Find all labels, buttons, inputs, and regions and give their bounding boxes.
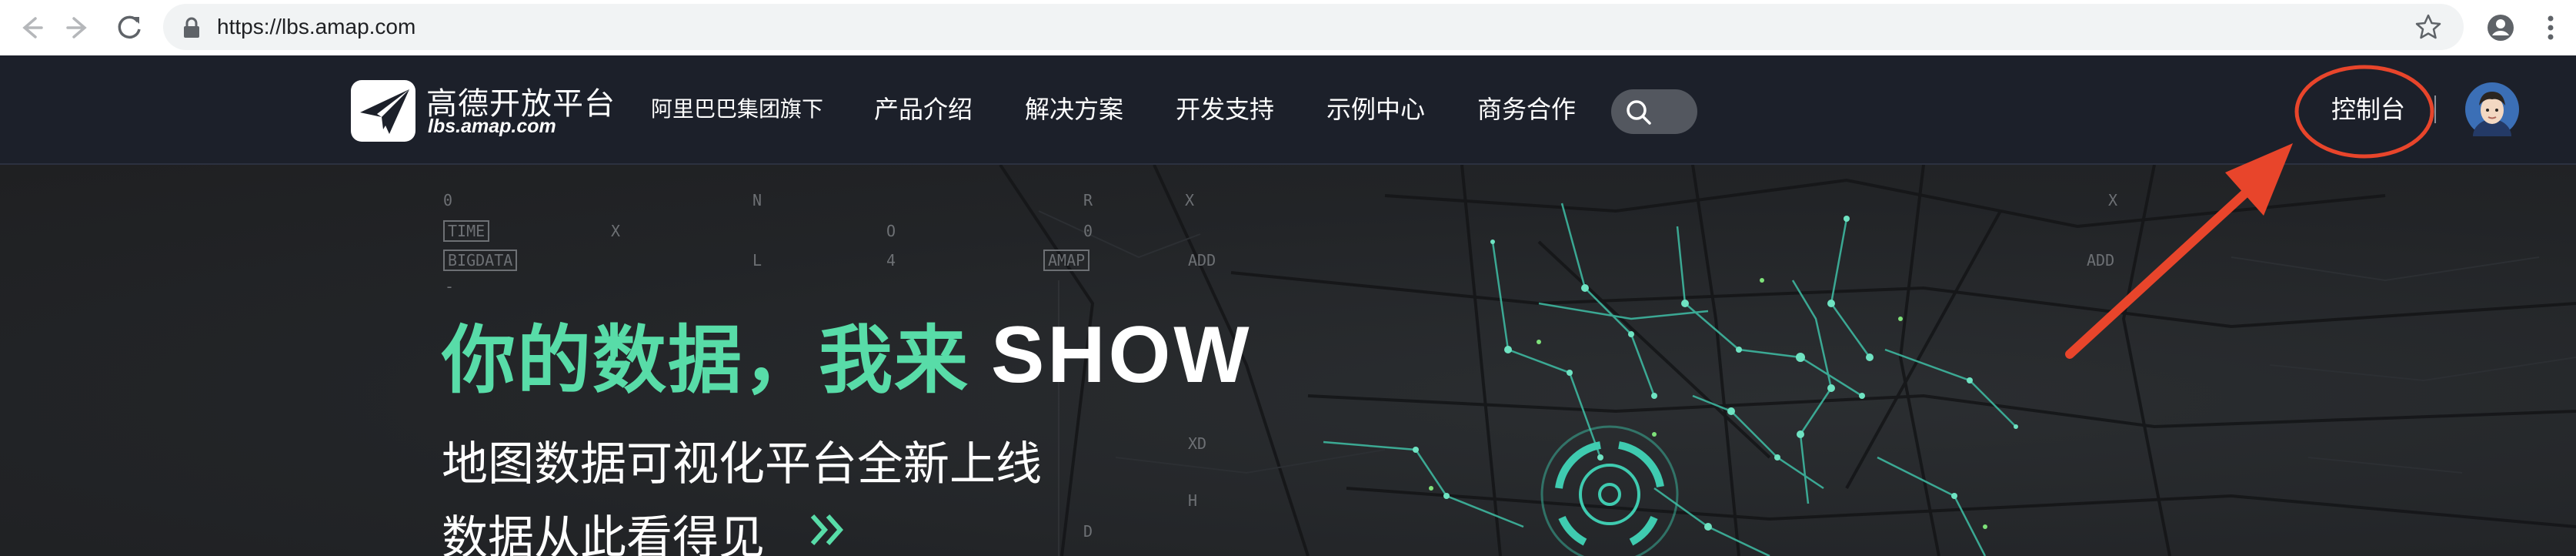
hud-label-amap: AMAP bbox=[1043, 250, 1090, 271]
back-icon[interactable] bbox=[12, 9, 49, 46]
lock-icon bbox=[184, 17, 199, 38]
profile-icon[interactable] bbox=[2482, 9, 2519, 46]
browser-toolbar: https://lbs.amap.com bbox=[0, 0, 2576, 56]
hud-label: R bbox=[1083, 191, 1093, 209]
nav-item-business[interactable]: 商务合作 bbox=[1477, 55, 1576, 163]
address-bar[interactable]: https://lbs.amap.com bbox=[163, 4, 2464, 50]
nav-item-dev-support[interactable]: 开发支持 bbox=[1176, 55, 1274, 163]
hero-headline: 你的数据，我来 bbox=[442, 317, 969, 404]
hero-cta-text[interactable]: 数据从此看得见 bbox=[442, 501, 765, 556]
hud-label: 0 bbox=[1083, 222, 1093, 240]
hero-subtitle: 地图数据可视化平台全新上线 bbox=[442, 437, 1042, 491]
amap-logo-icon[interactable] bbox=[349, 79, 417, 143]
logo-domain: lbs.amap.com bbox=[428, 116, 556, 137]
menu-kebab-icon[interactable] bbox=[2539, 9, 2562, 46]
forward-icon[interactable] bbox=[60, 9, 97, 46]
hud-label: XD bbox=[1188, 434, 1207, 453]
hud-label-time: TIME bbox=[443, 220, 490, 242]
hud-label-bigdata: BIGDATA bbox=[443, 250, 518, 271]
bookmark-star-icon[interactable] bbox=[2414, 13, 2442, 41]
reload-icon[interactable] bbox=[111, 9, 148, 46]
avatar[interactable] bbox=[2465, 82, 2519, 136]
hud-label: X bbox=[611, 222, 621, 240]
group-affiliation: 阿里巴巴集团旗下 bbox=[651, 96, 824, 122]
hud-label: - bbox=[445, 277, 455, 296]
nav-item-examples[interactable]: 示例中心 bbox=[1326, 55, 1425, 163]
hud-label: D bbox=[1083, 522, 1093, 541]
nav-item-solutions[interactable]: 解决方案 bbox=[1025, 55, 1123, 163]
hud-label: 0 bbox=[443, 191, 453, 209]
double-chevron-right-icon[interactable] bbox=[806, 508, 849, 551]
hud-label: O bbox=[886, 222, 896, 240]
hud-label: N bbox=[752, 191, 762, 209]
nav-item-products[interactable]: 产品介绍 bbox=[874, 55, 973, 163]
search-button[interactable] bbox=[1611, 89, 1697, 134]
search-icon bbox=[1627, 100, 1651, 125]
annotation-arrow-icon bbox=[2065, 143, 2293, 359]
hud-label: L bbox=[752, 251, 762, 270]
url-text: https://lbs.amap.com bbox=[217, 15, 416, 39]
hud-label: X bbox=[1185, 191, 1195, 209]
hud-label: ADD bbox=[1188, 251, 1216, 270]
hud-label: H bbox=[1188, 491, 1198, 510]
hud-label: 4 bbox=[886, 251, 896, 270]
hero-headline-show: SHOW bbox=[991, 310, 1253, 400]
